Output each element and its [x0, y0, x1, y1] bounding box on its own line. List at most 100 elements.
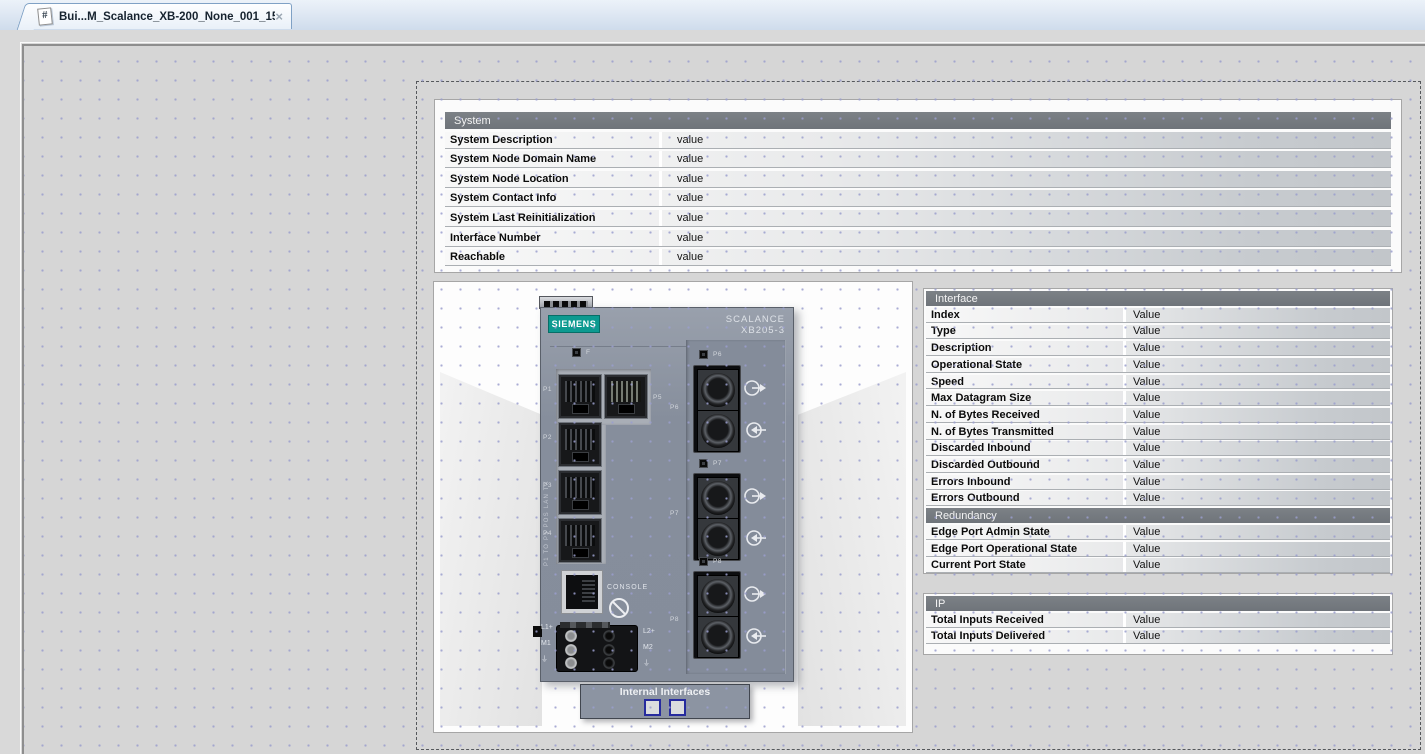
document-tab[interactable]: # Bui...M_Scalance_XB-200_None_001_150 ×	[30, 3, 292, 29]
row-value[interactable]: Value	[1123, 475, 1390, 489]
row-value[interactable]: Value	[1123, 558, 1390, 572]
row-value[interactable]: Value	[1123, 308, 1390, 322]
power-label: ⏚	[643, 656, 655, 672]
row-value[interactable]: value	[659, 132, 1391, 148]
row-label: Edge Port Operational State	[926, 542, 1123, 556]
model-line2: XB205-3	[726, 325, 785, 336]
row-label: Total Inputs Received	[926, 613, 1123, 627]
table-row: Index Value	[926, 308, 1390, 323]
row-value[interactable]: Value	[1123, 341, 1390, 355]
terminal-screw	[603, 644, 615, 656]
row-value[interactable]: Value	[1123, 630, 1390, 644]
row-value[interactable]: Value	[1123, 375, 1390, 389]
tab-title: Bui...M_Scalance_XB-200_None_001_150	[59, 11, 275, 23]
interface-panel[interactable]: Interface Index Value Type Value Descrip…	[923, 288, 1393, 574]
internal-interface-indicator[interactable]	[669, 699, 686, 716]
table-row: Type Value	[926, 325, 1390, 340]
internal-interfaces-box[interactable]: Internal Interfaces	[580, 684, 750, 719]
port-label: P6	[670, 404, 679, 411]
row-value[interactable]: Value	[1123, 441, 1390, 455]
fiber-connector	[697, 410, 739, 452]
tx-arrow-icon	[743, 583, 767, 605]
row-label: Speed	[926, 375, 1123, 389]
row-value[interactable]: value	[659, 190, 1391, 206]
table-row: N. of Bytes Transmitted Value	[926, 425, 1390, 440]
terminal-screw	[565, 657, 577, 669]
terminal-screw	[565, 630, 577, 642]
row-label: Discarded Outbound	[926, 458, 1123, 472]
power-label: L1+	[541, 620, 553, 636]
port-led	[699, 350, 708, 359]
fiber-port-block	[693, 365, 741, 453]
port-led-label: P6	[713, 351, 722, 358]
fault-led-label: F	[586, 349, 590, 356]
rj45-port-p5	[604, 374, 648, 419]
row-value[interactable]: Value	[1123, 325, 1390, 339]
table-row: System Node Location value	[445, 171, 1391, 188]
table-row: Edge Port Admin State Value	[926, 525, 1390, 540]
row-label: Interface Number	[445, 230, 659, 246]
table-row: Max Datagram Size Value	[926, 391, 1390, 406]
row-value[interactable]: Value	[1123, 408, 1390, 422]
row-value[interactable]: Value	[1123, 458, 1390, 472]
table-row: Discarded Outbound Value	[926, 458, 1390, 473]
device-body[interactable]: SIEMENS SCALANCE XB205-3 F P1 P2	[540, 307, 794, 682]
siemens-logo: SIEMENS	[548, 315, 600, 333]
row-value[interactable]: Value	[1123, 391, 1390, 405]
row-label: Current Port State	[926, 558, 1123, 572]
row-value[interactable]: Value	[1123, 525, 1390, 539]
row-value[interactable]: value	[659, 249, 1391, 265]
power-label: ⏚	[541, 652, 553, 668]
port-led	[699, 459, 708, 468]
row-label: Reachable	[445, 249, 659, 265]
no-access-icon	[609, 598, 629, 618]
row-value[interactable]: value	[659, 151, 1391, 167]
table-row: System Last Reinitialization value	[445, 210, 1391, 227]
table-row: System Contact Info value	[445, 190, 1391, 207]
row-value[interactable]: value	[659, 171, 1391, 187]
internal-interfaces-label: Internal Interfaces	[581, 686, 749, 698]
port-led	[699, 557, 708, 566]
row-label: System Node Domain Name	[445, 151, 659, 167]
table-row: System Node Domain Name value	[445, 151, 1391, 168]
device-image-panel[interactable]: SIEMENS SCALANCE XB205-3 F P1 P2	[433, 281, 913, 733]
row-label: Operational State	[926, 358, 1123, 372]
row-value[interactable]: value	[659, 230, 1391, 246]
power-label: L2+	[643, 624, 655, 640]
rj45-port-p4	[558, 518, 602, 563]
design-canvas[interactable]: System System Description value System N…	[22, 44, 1425, 754]
table-row: Reachable value	[445, 249, 1391, 266]
photo-shading-right	[798, 337, 906, 726]
rj45-port-p1	[558, 374, 602, 419]
ip-table-header: IP	[926, 596, 1390, 611]
port-label: P2	[543, 434, 552, 441]
row-value[interactable]: Value	[1123, 542, 1390, 556]
ip-panel[interactable]: IP Total Inputs Received Value Total Inp…	[923, 593, 1393, 655]
power-label: M1	[541, 636, 553, 652]
row-value[interactable]: Value	[1123, 425, 1390, 439]
rx-arrow-icon	[743, 419, 767, 441]
power-labels-right: L2+ M2 ⏚	[643, 624, 655, 672]
table-row: N. of Bytes Received Value	[926, 408, 1390, 423]
row-label: N. of Bytes Received	[926, 408, 1123, 422]
row-value[interactable]: Value	[1123, 358, 1390, 372]
row-value[interactable]: value	[659, 210, 1391, 226]
rj45-port-p3	[558, 470, 602, 515]
fiber-panel: P6 P7	[686, 340, 786, 674]
row-value[interactable]: Value	[1123, 613, 1390, 627]
table-row: Errors Outbound Value	[926, 491, 1390, 506]
tab-close-icon[interactable]: ×	[275, 11, 283, 23]
rx-arrow-icon	[743, 625, 767, 647]
row-label: System Description	[445, 132, 659, 148]
row-label: N. of Bytes Transmitted	[926, 425, 1123, 439]
fiber-port-block	[693, 473, 741, 561]
terminal-screw	[603, 657, 615, 669]
system-panel[interactable]: System System Description value System N…	[434, 99, 1402, 273]
row-label: Max Datagram Size	[926, 391, 1123, 405]
row-value[interactable]: Value	[1123, 491, 1390, 505]
row-label: Description	[926, 341, 1123, 355]
port-label: P5	[653, 394, 662, 401]
row-label: System Last Reinitialization	[445, 210, 659, 226]
tx-arrow-icon	[743, 377, 767, 399]
internal-interface-indicator[interactable]	[644, 699, 661, 716]
